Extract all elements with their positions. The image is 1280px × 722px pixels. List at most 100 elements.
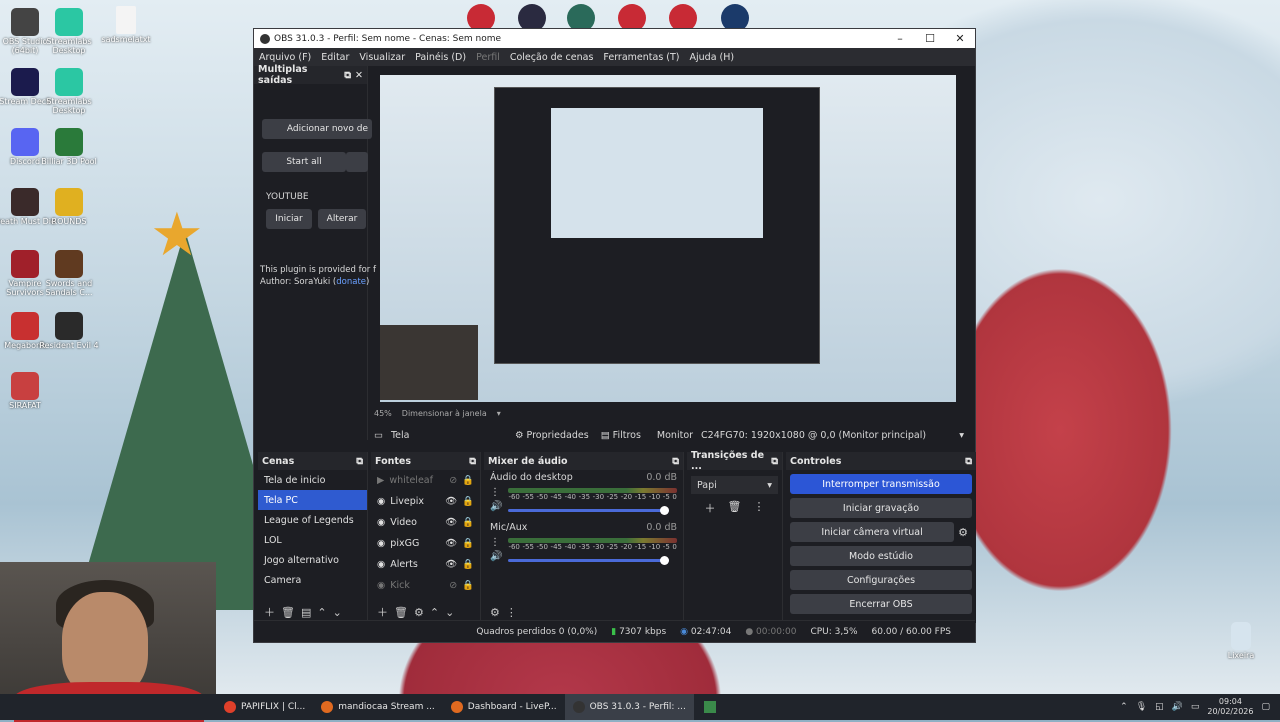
undock-icon[interactable]: ⧉ — [771, 456, 778, 467]
source-item[interactable]: ◉ Video 👁 🔒 — [371, 512, 480, 533]
move-down-icon[interactable]: ⌄ — [445, 606, 454, 619]
undock-icon[interactable]: ⧉ — [965, 456, 972, 467]
more-icon[interactable]: ⋮ — [490, 486, 502, 500]
notification-icon[interactable]: ▢ — [1261, 702, 1270, 712]
taskbar-item[interactable]: PAPIFLIX | Cl... — [216, 694, 313, 720]
start-all-button[interactable]: Start all — [262, 152, 346, 172]
lock-icon[interactable]: 🔒 — [462, 538, 474, 549]
source-item[interactable]: ◉ pixGG 👁 🔒 — [371, 533, 480, 554]
undock-icon[interactable]: ⧉ — [672, 456, 679, 467]
lock-icon[interactable]: 🔒 — [462, 559, 474, 570]
volume-slider[interactable] — [508, 556, 669, 565]
add-icon[interactable]: ＋ — [705, 500, 716, 516]
advanced-audio-icon[interactable]: ⚙ — [490, 606, 500, 619]
desktop-shortcut-icon[interactable]: Streamlabs Desktop — [38, 8, 100, 56]
monitor-select[interactable]: C24FG70: 1920x1080 @ 0,0 (Monitor princi… — [701, 430, 959, 441]
menu-docks[interactable]: Painéis (D) — [415, 52, 466, 63]
visibility-icon[interactable]: 👁 — [445, 559, 457, 570]
stop-all-button[interactable] — [346, 152, 368, 172]
app-icon[interactable] — [703, 701, 716, 713]
clock[interactable]: 09:04 20/02/2026 — [1207, 697, 1253, 716]
transition-select[interactable]: Papi ▾ — [691, 476, 778, 494]
undock-icon[interactable]: ⧉ — [344, 70, 351, 81]
scene-item[interactable]: Jogo alternativo — [258, 550, 367, 570]
trash-icon[interactable]: 🗑 — [281, 606, 295, 619]
edit-button[interactable]: Alterar — [318, 209, 366, 229]
battery-icon[interactable]: ▭ — [1191, 702, 1200, 712]
lock-icon[interactable]: 🔒 — [462, 517, 474, 528]
trash-icon[interactable]: 🗑 — [728, 500, 742, 516]
menu-view[interactable]: Visualizar — [359, 52, 405, 63]
menu-tools[interactable]: Ferramentas (T) — [603, 52, 679, 63]
start-virtual-camera-button[interactable]: Iniciar câmera virtual — [790, 522, 955, 542]
visibility-icon[interactable]: ⊘ — [449, 475, 457, 486]
speaker-icon[interactable]: 🔊 — [490, 550, 502, 564]
filters-button[interactable]: ▤ Filtros — [601, 430, 641, 441]
preview-canvas[interactable] — [380, 75, 956, 402]
scene-item[interactable]: League of Legends — [258, 510, 367, 530]
desktop-shortcut-icon[interactable]: Streamlabs Desktop — [38, 68, 100, 116]
chevron-up-icon[interactable]: ⌃ — [1120, 702, 1128, 712]
gear-icon[interactable]: ⚙ — [414, 606, 424, 619]
filter-icon[interactable]: ▤ — [301, 606, 311, 619]
donate-link[interactable]: donate — [336, 277, 366, 287]
menu-scene-collection[interactable]: Coleção de cenas — [510, 52, 594, 63]
menu-profile[interactable]: Perfil — [476, 52, 500, 63]
volume-slider[interactable] — [508, 506, 669, 515]
properties-button[interactable]: ⚙ Propriedades — [515, 430, 589, 441]
start-recording-button[interactable]: Iniciar gravação — [790, 498, 972, 518]
add-output-button[interactable]: Adicionar novo de — [262, 119, 372, 139]
exit-button[interactable]: Encerrar OBS — [790, 594, 972, 614]
more-icon[interactable]: ⋮ — [490, 536, 502, 550]
minimize-icon[interactable]: – — [885, 32, 915, 45]
volume-icon[interactable]: 🔊 — [1172, 702, 1183, 712]
move-up-icon[interactable]: ⌃ — [317, 606, 326, 619]
add-icon[interactable]: ＋ — [377, 604, 388, 620]
source-item[interactable]: ▶ whiteleaf ⊘ 🔒 — [371, 470, 480, 491]
lock-icon[interactable]: 🔒 — [462, 475, 474, 486]
close-icon[interactable]: ✕ — [355, 70, 363, 81]
scene-item[interactable]: LOL — [258, 530, 367, 550]
desktop-shortcut-icon[interactable]: Swords and Sandals C... — [38, 250, 100, 298]
menu-help[interactable]: Ajuda (H) — [690, 52, 735, 63]
taskbar-item[interactable]: Dashboard - LiveP... — [443, 694, 565, 720]
visibility-icon[interactable]: 👁 — [445, 496, 457, 507]
more-icon[interactable]: ⋮ — [753, 500, 764, 516]
source-item[interactable]: ◉ Alerts 👁 🔒 — [371, 554, 480, 575]
source-item[interactable]: ◉ Livepix 👁 🔒 — [371, 491, 480, 512]
visibility-icon[interactable]: ⊘ — [449, 580, 457, 591]
visibility-icon[interactable]: 👁 — [445, 538, 457, 549]
muted-speaker-icon[interactable]: 🔊 — [490, 500, 502, 514]
file-icon[interactable]: sadsmelatxt — [95, 6, 157, 45]
start-button[interactable]: Iniciar — [266, 209, 312, 229]
source-item[interactable]: ◉ Kick ⊘ 🔒 — [371, 575, 480, 596]
gear-icon[interactable]: ⚙ — [958, 526, 968, 539]
stop-streaming-button[interactable]: Interromper transmissão — [790, 474, 972, 494]
more-icon[interactable]: ⋮ — [506, 606, 517, 619]
microphone-icon[interactable]: 🎙 — [1136, 702, 1147, 712]
scene-item[interactable]: Tela PC — [258, 490, 367, 510]
settings-button[interactable]: Configurações — [790, 570, 972, 590]
taskbar-item[interactable]: OBS 31.0.3 - Perfil: ... — [564, 694, 694, 720]
undock-icon[interactable]: ⧉ — [356, 456, 363, 467]
lock-icon[interactable]: 🔒 — [462, 580, 474, 591]
chevron-down-icon[interactable]: ▾ — [497, 409, 501, 418]
undock-icon[interactable]: ⧉ — [469, 456, 476, 467]
scene-item[interactable]: Camera — [258, 570, 367, 590]
add-icon[interactable]: ＋ — [264, 604, 275, 620]
close-icon[interactable]: ✕ — [945, 32, 975, 45]
lock-icon[interactable]: 🔒 — [462, 496, 474, 507]
desktop-shortcut-icon[interactable]: SIRAFAT — [0, 372, 56, 411]
menu-edit[interactable]: Editar — [321, 52, 349, 63]
move-down-icon[interactable]: ⌄ — [333, 606, 342, 619]
studio-mode-button[interactable]: Modo estúdio — [790, 546, 972, 566]
scale-mode-select[interactable]: Dimensionar à janela — [402, 409, 487, 418]
network-icon[interactable]: ◱ — [1155, 702, 1164, 712]
maximize-icon[interactable]: ☐ — [915, 32, 945, 45]
menu-file[interactable]: Arquivo (F) — [259, 52, 311, 63]
desktop-shortcut-icon[interactable]: ROUNDS — [38, 188, 100, 227]
desktop-shortcut-icon[interactable]: Billiar 3D Pool — [38, 128, 100, 167]
visibility-icon[interactable]: 👁 — [445, 517, 457, 528]
scene-item[interactable]: Tela de inicio — [258, 470, 367, 490]
chevron-down-icon[interactable]: ▾ — [959, 430, 964, 441]
